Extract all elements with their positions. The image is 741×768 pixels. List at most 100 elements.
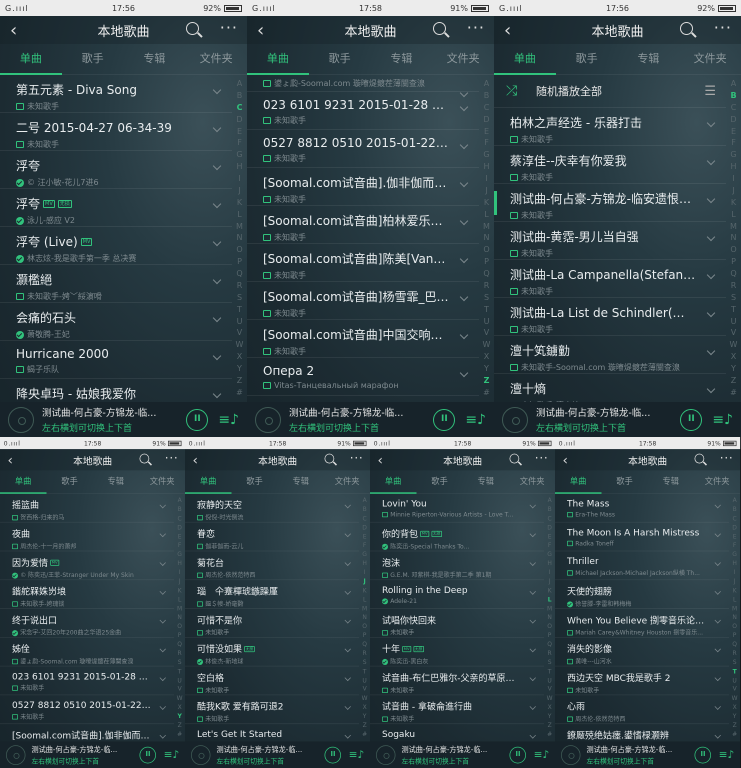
chevron-down-icon[interactable] [159,501,166,509]
index-letter-f[interactable]: F [484,139,489,147]
more-icon[interactable]: ··· [467,18,485,37]
index-letter-s[interactable]: S [237,293,242,302]
index-letter-o[interactable]: O [547,623,552,630]
chevron-down-icon[interactable] [212,351,222,361]
index-letter-hash[interactable]: # [483,388,490,397]
song-row[interactable]: 浮夸 (Live) MV 林志炫-我是歌手第一季 总决赛 [0,227,232,265]
index-letter-q[interactable]: Q [483,270,489,278]
index-letter-p[interactable]: P [363,632,367,639]
mini-player[interactable]: 测试曲-何占豪-方锦龙-临... 左右横划可切换上下首 II ≡♪ [370,741,556,768]
mini-player[interactable]: 测试曲-何占豪-方锦龙-临... 左右横划可切换上下首 II ≡♪ [555,741,741,768]
index-letter-t[interactable]: T [548,668,552,674]
song-row[interactable]: 寂静的天空 倪倪-时光倒流 [185,494,359,523]
search-icon[interactable] [139,453,150,464]
chevron-down-icon[interactable] [159,645,166,653]
index-letter-z[interactable]: Z [731,376,736,385]
index-letter-v[interactable]: V [237,329,242,337]
song-row[interactable]: 测试曲-La List de Schindler(大提... 未知歌手 [494,298,726,336]
index-letter-f[interactable]: F [178,542,181,549]
tab-albums[interactable]: 专辑 [124,44,186,74]
index-letter-y[interactable]: Y [177,713,181,719]
tab-folders[interactable]: 文件夹 [324,470,370,493]
pause-button[interactable]: II [694,746,712,764]
chevron-down-icon[interactable] [212,85,222,95]
index-letter-hash[interactable]: # [362,731,367,737]
back-icon[interactable]: ‹ [378,452,383,468]
index-letter-c[interactable]: C [484,103,490,112]
alphabet-index[interactable]: A B C D E F G H I J K L M N O P Q R S T U V W X Y Z # [729,497,740,738]
back-icon[interactable]: ‹ [504,20,511,41]
playlist-icon[interactable]: ≡♪ [719,749,735,761]
index-letter-a[interactable]: A [237,80,242,88]
song-list[interactable]: 鍙ょ瓝-Soomal.com 璇曢煶鍍茬薄闃查湶 023 6101 9231 20… [247,75,479,402]
chevron-down-icon[interactable] [212,237,222,247]
index-letter-l[interactable]: L [237,210,241,219]
index-letter-c[interactable]: C [363,515,367,522]
index-letter-j[interactable]: J [734,578,736,585]
song-list[interactable]: 第五元素 - Diva Song 未知歌手 二号 2015-04-27 06-34-… [0,75,232,402]
index-letter-y[interactable]: Y [363,713,367,719]
tab-songs[interactable]: 单曲 [370,470,416,493]
index-letter-m[interactable]: M [730,222,737,231]
index-letter-x[interactable]: X [731,353,736,361]
chevron-down-icon[interactable] [706,118,716,128]
song-row[interactable]: 可惜不是你 未知歌手 [185,609,359,638]
playlist-icon[interactable]: ≡♪ [218,412,239,428]
index-letter-f[interactable]: F [237,139,242,147]
back-icon[interactable]: ‹ [8,452,13,468]
tab-artists[interactable]: 歌手 [601,470,647,493]
index-letter-m[interactable]: M [362,605,367,612]
song-row[interactable]: [Soomal.com试音曲]中国交响世纪_... 未知歌手 [247,320,479,358]
song-row[interactable]: 酷我K歌 爱有路可退2 未知歌手 [185,695,359,725]
alphabet-index[interactable]: A B C D E F G H I J K L M N O P Q R S T U V W X Y Z # [174,497,185,738]
chevron-down-icon[interactable] [529,530,536,538]
index-letter-b[interactable]: B [730,91,736,100]
pause-button[interactable]: II [139,746,157,764]
alphabet-index[interactable]: A B C D E F G H I J K L M N O P Q R S T U V W X Y Z # [359,497,370,738]
index-letter-x[interactable]: X [548,704,552,710]
playlist-icon[interactable]: ≡♪ [534,749,550,761]
index-letter-e[interactable]: E [237,127,242,136]
index-letter-m[interactable]: M [547,605,552,612]
index-letter-j[interactable]: J [732,186,734,195]
index-letter-w[interactable]: W [483,341,491,349]
index-letter-u[interactable]: U [362,677,366,683]
index-letter-n[interactable]: N [177,614,181,621]
index-letter-f[interactable]: F [731,139,736,147]
chevron-down-icon[interactable] [706,156,716,166]
index-letter-e[interactable]: E [731,127,736,136]
index-letter-w[interactable]: W [732,695,738,701]
index-letter-i[interactable]: I [238,175,240,183]
index-letter-b[interactable]: B [363,506,367,513]
index-letter-j[interactable]: J [238,186,240,195]
chevron-down-icon[interactable] [706,346,716,356]
index-letter-q[interactable]: Q [732,641,737,648]
song-row[interactable]: 测试曲-La Campanella(Stefan Mil... 未知歌手 [494,260,726,298]
index-letter-t[interactable]: T [178,668,182,674]
chevron-down-icon[interactable] [714,617,721,624]
index-letter-v[interactable]: V [363,686,367,692]
tab-songs[interactable]: 单曲 [555,470,601,493]
index-letter-v[interactable]: V [548,686,552,692]
chevron-down-icon[interactable] [159,530,166,538]
song-row[interactable]: Thriller Michael Jackson-Michael Jackson纵… [555,551,729,581]
chevron-down-icon[interactable] [714,530,721,538]
tab-artists[interactable]: 歌手 [556,44,618,74]
index-letter-f[interactable]: F [363,542,366,549]
alphabet-index[interactable]: A B C D E F G H I J K L M N O P Q R S T U V W X Y Z # [726,80,741,397]
index-letter-q[interactable]: Q [362,641,367,648]
alphabet-index[interactable]: A B C D E F G H I J K L M N O P Q R S T U V W X Y Z # [479,80,494,397]
song-row[interactable]: 降央卓玛 - 姑娘我爱你 [0,379,232,402]
index-letter-d[interactable]: D [236,115,242,124]
chevron-down-icon[interactable] [714,674,721,682]
index-letter-t[interactable]: T [731,305,736,314]
album-disc-icon[interactable] [6,744,26,765]
index-letter-r[interactable]: R [731,281,737,290]
song-row[interactable]: 十年 MV 无损 陈奕迅-黑白灰 [370,638,544,667]
index-letter-w[interactable]: W [730,341,738,349]
index-letter-u[interactable]: U [731,317,737,326]
index-letter-p[interactable]: P [731,258,736,266]
song-row[interactable]: 鐐厰殑绝姑瘗.鍙愭椂灏辨 [555,724,729,741]
song-row[interactable]: [Soomal.com试音曲].伽非伽而.柏菲... 未知歌手 [247,168,479,206]
index-letter-x[interactable]: X [484,353,489,361]
